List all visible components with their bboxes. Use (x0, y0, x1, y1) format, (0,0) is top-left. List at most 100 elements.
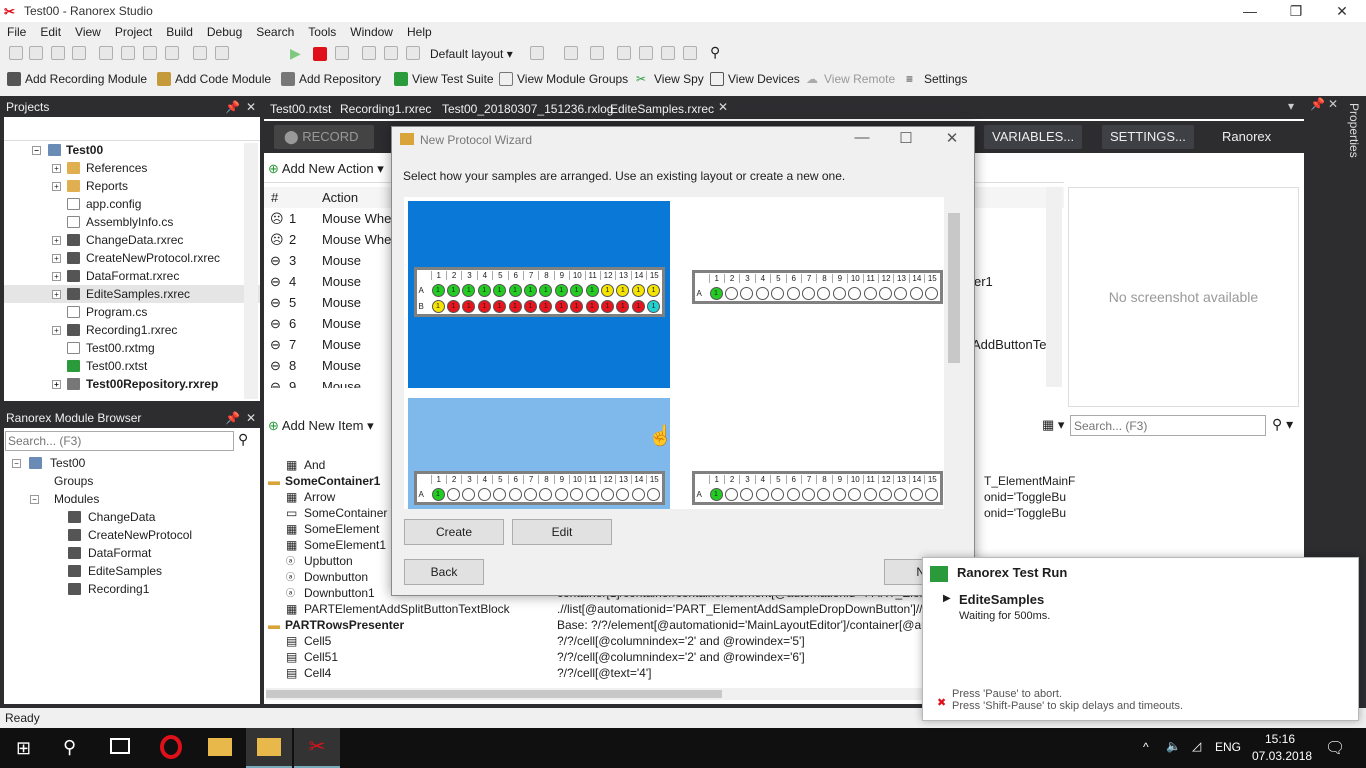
redo-icon[interactable] (215, 46, 229, 60)
module-item[interactable]: ChangeData (4, 508, 260, 526)
module-item[interactable]: Recording1 (4, 580, 260, 598)
save-all-icon[interactable] (72, 46, 86, 60)
menu-build[interactable]: Build (159, 22, 200, 39)
run-icon[interactable]: ▶ (290, 45, 301, 62)
repo-item[interactable]: ▤ Cell51 ?/?/cell[@columnindex='2' and @ro… (264, 649, 924, 665)
stop-icon[interactable] (313, 47, 327, 61)
clock-time[interactable]: 15:16 (1265, 732, 1295, 746)
menu-help[interactable]: Help (400, 22, 439, 39)
new-icon[interactable] (9, 46, 23, 60)
step-over-icon[interactable] (362, 46, 376, 60)
gallery-scrollbar[interactable] (946, 197, 962, 509)
search-icon[interactable]: ⚲ (238, 431, 248, 448)
tree-item-rxtmg[interactable]: Test00.rxtmg (4, 339, 260, 357)
minimize-button[interactable]: — (1227, 0, 1273, 22)
tree-item-editesamples[interactable]: + EditeSamples.rxrec (4, 285, 260, 303)
module-item[interactable]: DataFormat (4, 544, 260, 562)
view-spy-button[interactable]: ✂ View Spy (636, 72, 704, 86)
view-module-groups-button[interactable]: View Module Groups (499, 72, 628, 86)
tree-item-dataformat[interactable]: + DataFormat.rxrec (4, 267, 260, 285)
repo-item[interactable]: ▤ Cell4 ?/?/cell[@text='4'] (264, 665, 924, 681)
search-icon[interactable]: ⚲ (63, 737, 76, 758)
view-remote-button[interactable]: ☁ View Remote (806, 72, 895, 86)
chevron-up-icon[interactable]: ^ (1143, 740, 1149, 754)
edit-button[interactable]: Edit (512, 519, 612, 545)
paste-icon[interactable] (143, 46, 157, 60)
properties-side-tab[interactable]: Properties (1345, 97, 1365, 187)
list-icon[interactable] (564, 46, 578, 60)
file-explorer-icon[interactable] (208, 738, 232, 756)
tree-item-recording1[interactable]: + Recording1.rxrec (4, 321, 260, 339)
clear-bookmarks-icon[interactable] (683, 46, 697, 60)
menu-view[interactable]: View (68, 22, 108, 39)
abort-icon[interactable]: ✖ (937, 696, 946, 709)
dialog-minimize-button[interactable]: — (842, 129, 882, 146)
menu-search[interactable]: Search (249, 22, 301, 39)
menu-project[interactable]: Project (108, 22, 159, 39)
open-icon[interactable] (29, 46, 43, 60)
tree-item-createnewprotocol[interactable]: + CreateNewProtocol.rxrec (4, 249, 260, 267)
debug-icon[interactable] (335, 46, 349, 60)
record-button[interactable]: ⬤ RECORD (274, 125, 374, 149)
collapse-icon[interactable]: − (32, 146, 41, 155)
module-search-input[interactable] (5, 431, 234, 451)
expand-icon[interactable]: + (52, 182, 61, 191)
close-panel-icon[interactable]: ✕ (246, 97, 256, 117)
repo-item[interactable]: ▦ PARTElementAddSplitButtonTextBlock .//li… (264, 601, 959, 617)
menu-tools[interactable]: Tools (301, 22, 343, 39)
layout-tile-hovered[interactable]: 1 2 3 4 5 6 7 8 9 10 11 12 13 14 15 A 1 (408, 398, 670, 509)
collapse-icon[interactable]: − (12, 459, 21, 468)
language-indicator[interactable]: ENG (1215, 740, 1241, 754)
expand-icon[interactable]: + (52, 272, 61, 281)
tree-root[interactable]: − Test00 (4, 141, 260, 159)
explorer-active-task[interactable] (246, 728, 292, 768)
copy-icon[interactable] (121, 46, 135, 60)
search-icon[interactable]: ⚲ ▾ (1272, 416, 1293, 433)
view-devices-button[interactable]: View Devices (710, 72, 800, 86)
expand-icon[interactable]: + (52, 326, 61, 335)
module-item[interactable]: EditeSamples (4, 562, 260, 580)
scroll-thumb[interactable] (266, 690, 722, 698)
volume-icon[interactable]: 🔈 (1166, 739, 1181, 753)
layout-tile[interactable]: 1 2 3 4 5 6 7 8 9 10 11 12 13 14 15 A 1 (686, 201, 944, 388)
layout-tile[interactable]: 1 2 3 4 5 6 7 8 9 10 11 12 13 14 15 A 1 (686, 398, 944, 509)
recorder-settings-button[interactable]: SETTINGS... (1102, 125, 1194, 149)
pin-icon[interactable]: 📌 (1310, 97, 1325, 111)
restore-button[interactable]: ❐ (1273, 0, 1319, 22)
pin-icon[interactable]: 📌 (225, 97, 240, 117)
menu-edit[interactable]: Edit (33, 22, 68, 39)
view-test-suite-button[interactable]: View Test Suite (394, 72, 494, 86)
layout-options-icon[interactable] (530, 46, 544, 60)
close-tab-icon[interactable]: ✕ (718, 100, 728, 114)
delete-icon[interactable] (165, 46, 179, 60)
tree-item-app-config[interactable]: app.config (4, 195, 260, 213)
undo-icon[interactable] (193, 46, 207, 60)
collapse-icon[interactable]: − (30, 495, 39, 504)
grid-view-icon[interactable]: ▦ ▾ (1042, 417, 1064, 433)
layout-tile-selected[interactable]: 1 2 3 4 5 6 7 8 9 10 11 12 13 14 15 A 1 1 1 1 1 1 1 1 1 1 1 1 1 1 1 B 1 1… (408, 201, 670, 388)
modules-node[interactable]: − Modules (4, 490, 260, 508)
cut-icon[interactable] (99, 46, 113, 60)
notification-icon[interactable]: 🗨 (1325, 738, 1345, 758)
settings-button[interactable]: ≡ Settings (906, 72, 967, 86)
repo-item[interactable]: ▤ Cell5 ?/?/cell[@columnindex='2' and @row… (264, 633, 924, 649)
menu-window[interactable]: Window (343, 22, 400, 39)
add-new-item-button[interactable]: ⊕ Add New Item ▾ (268, 418, 374, 434)
close-panel-icon[interactable]: ✕ (246, 408, 256, 428)
tree-item-assemblyinfo[interactable]: AssemblyInfo.cs (4, 213, 260, 231)
tab-recording1[interactable]: Recording1.rxrec (334, 99, 437, 119)
close-editor-icon[interactable]: ✕ (1328, 97, 1338, 111)
clock-date[interactable]: 07.03.2018 (1252, 749, 1312, 763)
task-view-icon[interactable] (110, 738, 130, 754)
menu-file[interactable]: File (0, 22, 33, 39)
dialog-maximize-button[interactable]: ☐ (886, 129, 926, 147)
save-icon[interactable] (51, 46, 65, 60)
expand-icon[interactable]: + (52, 290, 61, 299)
tab-menu-icon[interactable]: ▾ (1288, 99, 1294, 113)
add-code-module-button[interactable]: Add Code Module (157, 72, 271, 86)
ranorex-task-icon[interactable]: ✂ (294, 728, 340, 768)
step-into-icon[interactable] (384, 46, 398, 60)
tab-editesamples[interactable]: EditeSamples.rxrec (604, 99, 720, 119)
add-repository-button[interactable]: Add Repository (281, 72, 381, 86)
tree-item-repository[interactable]: + Test00Repository.rxrep (4, 375, 260, 393)
